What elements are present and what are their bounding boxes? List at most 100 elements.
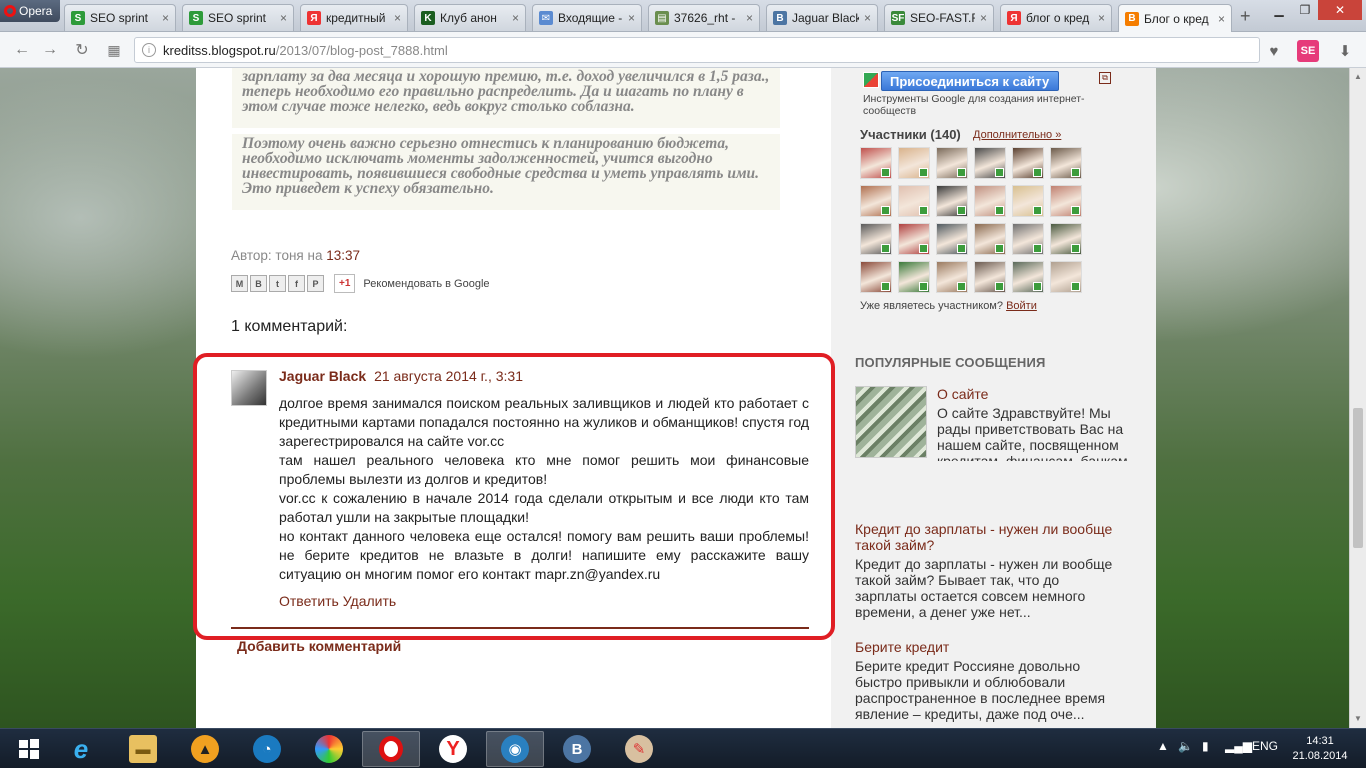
popout-icon[interactable]: ⧉ [1099,72,1111,84]
blogger-share-icon[interactable]: B [250,275,267,292]
taskbar-app-2[interactable]: ◔ [238,731,296,767]
battery-icon[interactable]: ▮ [1202,739,1209,753]
browser-tab[interactable]: K Клуб анон × [414,4,526,31]
member-avatar[interactable] [1050,147,1082,179]
member-avatar[interactable] [1012,223,1044,255]
tab-close-icon[interactable]: × [162,11,169,25]
popular-post-thumbnail[interactable] [855,386,927,458]
google-plus-button[interactable]: +1 [334,274,356,293]
member-avatar[interactable] [974,147,1006,179]
member-avatar[interactable] [860,185,892,217]
tab-close-icon[interactable]: × [394,11,401,25]
email-share-icon[interactable]: M [231,275,248,292]
join-site-button[interactable]: Присоединиться к сайту [881,71,1059,91]
member-avatar[interactable] [1012,147,1044,179]
member-avatar[interactable] [974,261,1006,293]
scroll-down-icon[interactable]: ▼ [1353,714,1363,724]
member-avatar[interactable] [860,223,892,255]
address-field[interactable]: i kreditss.blogspot.ru/2013/07/blog-post… [134,37,1260,63]
post-time-link[interactable]: 13:37 [326,248,360,263]
member-avatar[interactable] [898,147,930,179]
member-avatar[interactable] [936,261,968,293]
opera-menu-button[interactable]: Opera [0,0,60,22]
network-icon[interactable]: ▂▄▆ [1225,739,1252,753]
heart-icon[interactable]: ♥ [1263,40,1285,62]
member-avatar[interactable] [898,261,930,293]
taskbar-ie[interactable]: e [52,731,110,767]
pinterest-share-icon[interactable]: P [307,275,324,292]
facebook-share-icon[interactable]: f [288,275,305,292]
tab-close-icon[interactable]: × [864,11,871,25]
taskbar-app-4[interactable]: ◉ [486,731,544,767]
member-avatar[interactable] [860,147,892,179]
browser-tab[interactable]: SF SEO-FAST.R × [884,4,994,31]
tab-close-icon[interactable]: × [746,11,753,25]
seo-extension-icon[interactable]: SE [1297,40,1319,62]
language-indicator[interactable]: ENG [1252,739,1278,753]
taskbar-app-3[interactable] [300,731,358,767]
forward-icon[interactable]: → [40,40,60,60]
taskbar-explorer[interactable]: ▬ [114,731,172,767]
add-comment-link[interactable]: Добавить комментарий [237,638,401,654]
browser-tab[interactable]: S SEO sprint × [64,4,176,31]
speed-dial-icon[interactable]: ▦ [104,40,124,60]
taskbar-paint[interactable]: ✎ [610,731,668,767]
taskbar-app-1[interactable]: ▲ [176,731,234,767]
taskbar-vk[interactable]: B [548,731,606,767]
scrollbar-thumb[interactable] [1353,408,1363,548]
reload-icon[interactable]: ↻ [72,40,92,60]
taskbar-yandex[interactable]: Y [424,731,482,767]
vertical-scrollbar[interactable]: ▲ ▼ [1349,68,1366,728]
highlight-outline [193,353,835,640]
back-icon[interactable]: ← [12,40,32,60]
browser-tab[interactable]: Яблог о кред × [1000,4,1112,31]
browser-tab[interactable]: ✉ Входящие - × [532,4,642,31]
browser-tab[interactable]: Якредитный × [300,4,408,31]
volume-icon[interactable]: 🔈 [1178,739,1193,753]
browser-tab[interactable]: ▤ 37626_rht - × [648,4,760,31]
members-more-link[interactable]: Дополнительно » [973,129,1061,141]
tab-close-icon[interactable]: × [980,11,987,25]
start-button[interactable] [0,731,58,767]
member-avatar[interactable] [936,223,968,255]
member-avatar[interactable] [1012,185,1044,217]
new-tab-button[interactable]: + [1240,6,1251,27]
popular-post-title[interactable]: Берите кредит [855,639,1145,655]
system-clock[interactable]: 14:31 21.08.2014 [1290,734,1350,764]
login-link[interactable]: Войти [1006,300,1037,312]
minimize-button[interactable]: ▁ [1264,0,1294,20]
close-window-button[interactable]: ✕ [1318,0,1362,20]
scroll-up-icon[interactable]: ▲ [1353,72,1363,82]
windows-taskbar: e ▬ ▲ ◔ Y ◉ B ✎ ▲ 🔈 ▮ ▂▄▆ ENG 14:31 21.0… [0,728,1366,768]
restore-button[interactable]: ❐ [1294,0,1316,20]
member-avatar[interactable] [898,185,930,217]
member-avatar[interactable] [860,261,892,293]
member-avatar[interactable] [974,223,1006,255]
browser-tab[interactable]: S SEO sprint × [182,4,294,31]
tray-expand-icon[interactable]: ▲ [1157,739,1169,753]
popular-post-title[interactable]: Кредит до зарплаты - нужен ли вообще так… [855,521,1145,553]
taskbar-opera[interactable] [362,731,420,767]
popular-post-title[interactable]: О сайте [937,386,1137,402]
member-avatar[interactable] [1050,185,1082,217]
browser-tab[interactable]: B Jaguar Black × [766,4,878,31]
member-avatar[interactable] [1012,261,1044,293]
tab-close-icon[interactable]: × [628,11,635,25]
twitter-share-icon[interactable]: t [269,275,286,292]
popular-post-excerpt: О сайте Здравствуйте! Мы рады приветство… [937,405,1128,461]
opera-logo-icon [4,5,16,17]
member-avatar[interactable] [936,185,968,217]
clock-time: 14:31 [1306,735,1334,747]
tab-close-icon[interactable]: × [1098,11,1105,25]
tab-close-icon[interactable]: × [280,11,287,25]
member-avatar[interactable] [974,185,1006,217]
download-icon[interactable]: ⬇ [1334,40,1356,62]
member-avatar[interactable] [898,223,930,255]
member-avatar[interactable] [1050,223,1082,255]
site-info-icon[interactable]: i [142,43,156,57]
member-avatar[interactable] [936,147,968,179]
browser-tab[interactable]: B Блог о кред × [1118,4,1232,32]
tab-close-icon[interactable]: × [512,11,519,25]
member-avatar[interactable] [1050,261,1082,293]
tab-close-icon[interactable]: × [1218,12,1225,26]
